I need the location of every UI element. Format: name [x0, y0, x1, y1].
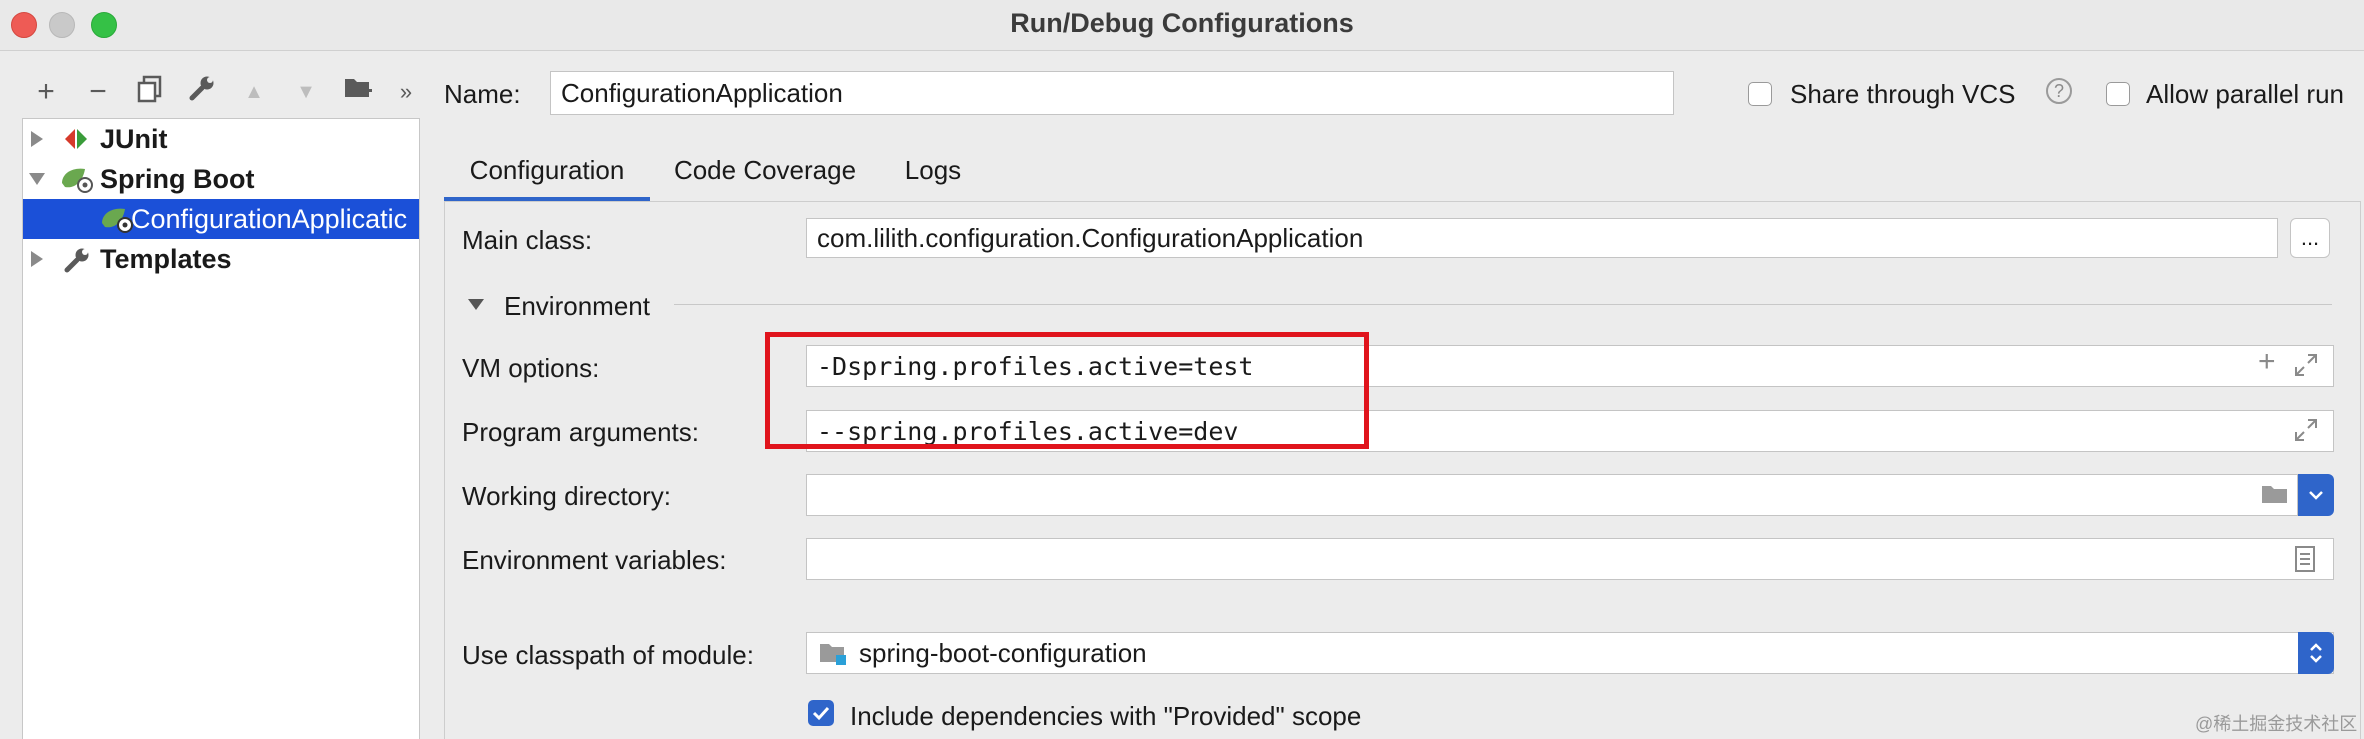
working-directory-input[interactable]	[806, 474, 2298, 516]
wrench-icon	[188, 74, 216, 110]
expand-arrow-icon[interactable]	[31, 251, 43, 267]
more-actions-button[interactable]: »	[386, 72, 426, 112]
tree-item-templates[interactable]: Templates	[23, 239, 419, 279]
tree-item-junit[interactable]: JUnit	[23, 119, 419, 159]
browse-main-class-button[interactable]: ...	[2290, 218, 2330, 258]
environment-collapse-icon[interactable]	[468, 299, 484, 310]
collapse-arrow-icon[interactable]	[29, 173, 45, 185]
environment-variables-label: Environment variables:	[462, 545, 727, 575]
junit-icon	[63, 127, 89, 158]
arrow-up-icon: ▲	[244, 80, 264, 103]
tab-logs[interactable]: Logs	[880, 140, 986, 200]
chevron-down-icon	[2309, 491, 2323, 500]
expand-arrow-icon[interactable]	[31, 131, 43, 147]
classpath-module-dropdown-button[interactable]	[2298, 632, 2334, 674]
allow-parallel-checkbox[interactable]	[2106, 82, 2130, 106]
module-icon	[818, 640, 850, 673]
checkmark-icon	[812, 706, 830, 721]
working-directory-label: Working directory:	[462, 481, 672, 511]
name-input[interactable]: ConfigurationApplication	[550, 71, 1674, 115]
arrow-down-icon: ▼	[296, 80, 316, 103]
copy-configuration-button[interactable]	[130, 72, 170, 112]
tab-label: Configuration	[469, 154, 625, 185]
ellipsis-icon: ...	[2300, 225, 2320, 250]
add-icon: +	[37, 75, 55, 108]
classpath-module-select[interactable]: spring-boot-configuration	[806, 632, 2334, 674]
section-divider	[674, 304, 2332, 305]
move-down-button[interactable]: ▼	[286, 72, 326, 112]
spring-boot-app-icon	[99, 205, 135, 239]
tree-item-configuration-application[interactable]: ConfigurationApplicatic	[23, 199, 419, 239]
wrench-icon	[63, 246, 91, 281]
add-vm-option-icon[interactable]: +	[2258, 345, 2276, 379]
spring-boot-icon	[59, 165, 95, 202]
tab-label: Code Coverage	[673, 154, 857, 185]
environment-section-label: Environment	[504, 291, 650, 321]
configuration-tree[interactable]: JUnit Spring Boot ConfigurationApplicati…	[22, 118, 420, 739]
remove-icon: −	[89, 75, 107, 108]
tree-item-label: JUnit	[100, 123, 168, 154]
share-vcs-label: Share through VCS	[1790, 79, 2016, 109]
move-up-button[interactable]: ▲	[234, 72, 274, 112]
copy-icon	[137, 75, 163, 110]
share-vcs-checkbox[interactable]	[1748, 82, 1772, 106]
expand-icon[interactable]	[2294, 418, 2318, 447]
window-title: Run/Debug Configurations	[1010, 8, 1354, 38]
edit-templates-button[interactable]	[182, 72, 222, 112]
highlight-annotation	[765, 332, 1369, 449]
create-folder-button[interactable]	[338, 72, 378, 112]
include-dependencies-label: Include dependencies with "Provided" sco…	[850, 701, 1362, 731]
watermark: @稀土掘金技术社区	[2195, 714, 2358, 734]
classpath-module-label: Use classpath of module:	[462, 640, 754, 670]
name-label: Name:	[444, 79, 521, 109]
help-icon[interactable]: ?	[2046, 78, 2072, 104]
tree-item-label: ConfigurationApplicatic	[131, 203, 408, 234]
main-class-label: Main class:	[462, 225, 593, 255]
chevron-double-right-icon: »	[399, 79, 413, 104]
folder-icon[interactable]	[2260, 482, 2290, 511]
folder-add-icon	[343, 75, 373, 109]
environment-variables-input[interactable]	[806, 538, 2334, 580]
program-arguments-label: Program arguments:	[462, 417, 699, 447]
updown-chevron-icon	[2310, 643, 2322, 663]
help-glyph: ?	[2053, 80, 2064, 101]
tab-configuration[interactable]: Configuration	[444, 140, 650, 200]
vm-options-label: VM options:	[462, 353, 600, 383]
tab-label: Logs	[904, 154, 962, 185]
remove-configuration-button[interactable]: −	[78, 72, 118, 112]
tree-item-label: Templates	[100, 243, 232, 274]
tree-item-spring-boot[interactable]: Spring Boot	[23, 159, 419, 199]
document-icon[interactable]	[2294, 545, 2316, 578]
include-dependencies-checkbox[interactable]	[808, 700, 834, 726]
working-directory-dropdown-button[interactable]	[2298, 474, 2334, 516]
add-configuration-button[interactable]: +	[26, 72, 66, 112]
allow-parallel-label: Allow parallel run	[2146, 79, 2344, 109]
expand-icon[interactable]	[2294, 353, 2318, 382]
tab-code-coverage[interactable]: Code Coverage	[660, 140, 870, 200]
tree-item-label: Spring Boot	[100, 163, 255, 194]
main-class-input[interactable]: com.lilith.configuration.ConfigurationAp…	[806, 218, 2278, 258]
